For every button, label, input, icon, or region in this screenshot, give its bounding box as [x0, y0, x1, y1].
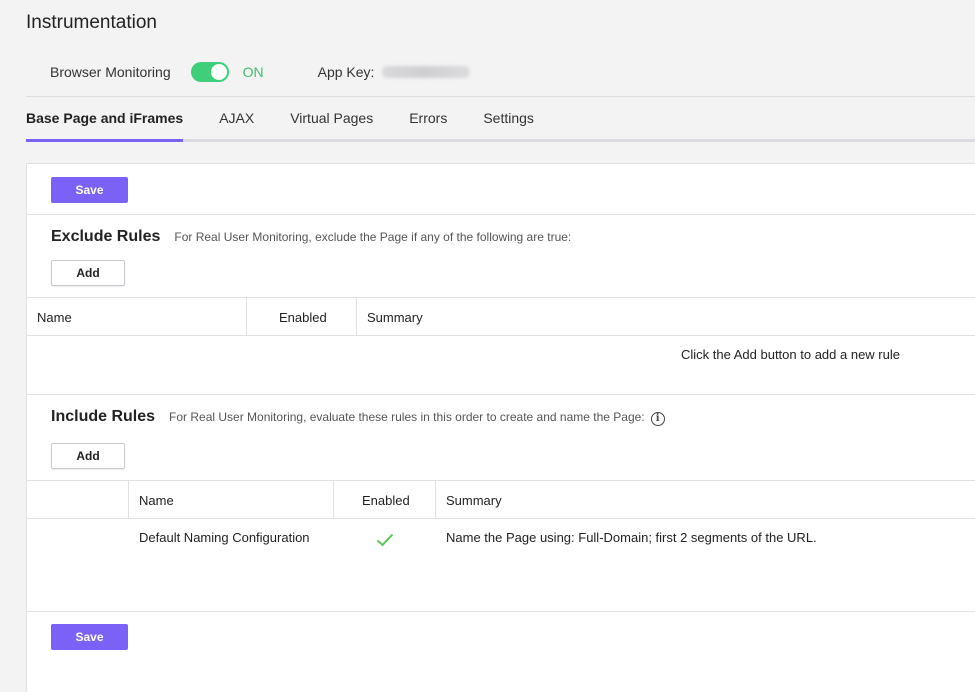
column-separator: [435, 481, 436, 518]
save-button-top[interactable]: Save: [51, 177, 128, 203]
exclude-col-enabled[interactable]: Enabled: [279, 310, 327, 325]
include-col-enabled[interactable]: Enabled: [362, 493, 410, 508]
include-row-summary: Name the Page using: Full-Domain; first …: [446, 530, 817, 545]
app-key-value-redacted: [382, 66, 471, 78]
column-separator: [246, 298, 247, 335]
page-title: Instrumentation: [26, 12, 157, 33]
divider: [27, 394, 975, 395]
include-col-summary[interactable]: Summary: [446, 493, 502, 508]
exclude-rules-description: For Real User Monitoring, exclude the Pa…: [174, 230, 572, 244]
tab-base-page-and-iframes[interactable]: Base Page and iFrames: [26, 110, 184, 142]
browser-monitoring-toggle[interactable]: [190, 62, 229, 82]
include-row-name[interactable]: Default Naming Configuration: [139, 530, 310, 545]
rules-panel: Save Exclude Rules For Real User Monitor…: [26, 163, 975, 692]
checkmark-icon: [376, 533, 394, 547]
header-divider: [26, 96, 975, 97]
exclude-rules-header: Exclude Rules For Real User Monitoring, …: [51, 228, 571, 246]
exclude-col-name[interactable]: Name: [37, 310, 72, 325]
divider: [27, 214, 975, 215]
column-separator: [333, 481, 334, 518]
divider: [27, 297, 975, 298]
exclude-add-button[interactable]: Add: [51, 260, 125, 286]
tab-virtual-pages[interactable]: Virtual Pages: [290, 110, 409, 142]
toggle-state-label: ON: [242, 64, 264, 80]
tab-bar: Base Page and iFrames AJAX Virtual Pages…: [26, 110, 975, 142]
tab-settings[interactable]: Settings: [483, 110, 570, 142]
include-rules-title: Include Rules: [51, 408, 156, 425]
column-separator: [128, 481, 129, 518]
divider: [27, 518, 975, 519]
divider: [27, 335, 975, 336]
include-col-name[interactable]: Name: [139, 493, 174, 508]
include-rules-header: Include Rules For Real User Monitoring, …: [51, 408, 665, 426]
column-separator: [356, 298, 357, 335]
divider: [27, 480, 975, 481]
browser-monitoring-row: Browser Monitoring ON App Key:: [50, 60, 471, 84]
toggle-knob: [210, 64, 227, 80]
include-rules-description: For Real User Monitoring, evaluate these…: [169, 410, 645, 424]
exclude-rules-title: Exclude Rules: [51, 228, 161, 245]
app-key-label: App Key:: [317, 64, 375, 80]
exclude-empty-message: Click the Add button to add a new rule: [681, 347, 900, 362]
exclude-col-summary[interactable]: Summary: [367, 310, 423, 325]
info-circle-icon[interactable]: i: [650, 412, 665, 426]
save-button-bottom[interactable]: Save: [51, 624, 128, 650]
tab-ajax[interactable]: AJAX: [219, 110, 290, 142]
browser-monitoring-label: Browser Monitoring: [50, 64, 171, 80]
include-add-button[interactable]: Add: [51, 443, 125, 469]
tab-errors[interactable]: Errors: [409, 110, 483, 142]
divider: [27, 611, 975, 612]
